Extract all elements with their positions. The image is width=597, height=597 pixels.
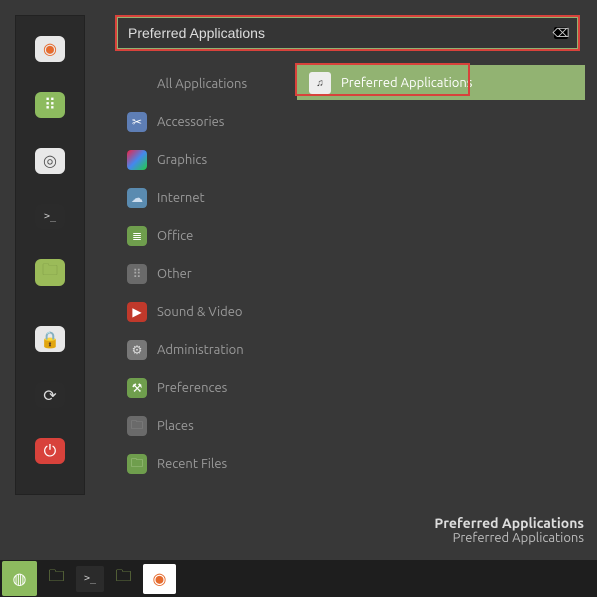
all-applications-icon (127, 74, 147, 94)
preferred-apps-icon: ♫ (309, 72, 331, 94)
menu-main: ⌫ All Applications ✂ Accessories Graphics ☁ I… (115, 15, 585, 483)
messaging-icon[interactable]: ⠿ (35, 92, 65, 118)
results-list: ♫ Preferred Applications (295, 65, 585, 483)
tooltip-desc: Preferred Applications (434, 531, 584, 545)
chrome-icon[interactable]: ◉ (143, 564, 176, 594)
category-label: Recent Files (157, 457, 227, 471)
settings-icon[interactable]: ◎ (35, 148, 65, 174)
category-label: Sound & Video (157, 305, 243, 319)
favorites-dock: ◉ ⠿ ◎ >_ 🗀 🔒 ⟳ ⏻ (15, 15, 85, 495)
category-places[interactable]: 🗀 Places (115, 407, 295, 445)
administration-icon: ⚙ (127, 340, 147, 360)
app-tooltip: Preferred Applications Preferred Applica… (434, 515, 584, 545)
category-office[interactable]: ≣ Office (115, 217, 295, 255)
terminal-icon[interactable]: >_ (76, 566, 104, 592)
category-all-applications[interactable]: All Applications (115, 65, 295, 103)
category-label: Places (157, 419, 194, 433)
result-label: Preferred Applications (341, 76, 472, 90)
recent-files-icon: 🗀 (127, 454, 147, 474)
category-label: Office (157, 229, 193, 243)
category-accessories[interactable]: ✂ Accessories (115, 103, 295, 141)
category-label: Administration (157, 343, 244, 357)
taskbar: ◍🗀>_🗀◉ (0, 560, 597, 597)
logout-icon[interactable]: ⟳ (35, 382, 65, 408)
result-preferred-applications[interactable]: ♫ Preferred Applications (297, 65, 585, 100)
search-input[interactable] (117, 17, 578, 49)
office-icon: ≣ (127, 226, 147, 246)
filemanager-icon[interactable]: 🗀 (40, 564, 73, 594)
accessories-icon: ✂ (127, 112, 147, 132)
categories-list: All Applications ✂ Accessories Graphics ☁ Int… (115, 65, 295, 483)
filemanager2-icon[interactable]: 🗀 (107, 564, 140, 594)
lock-icon[interactable]: 🔒 (35, 326, 65, 352)
menu-icon[interactable]: ◍ (2, 561, 37, 596)
category-other[interactable]: ⠿ Other (115, 255, 295, 293)
category-sound-video[interactable]: ▶ Sound & Video (115, 293, 295, 331)
internet-icon: ☁ (127, 188, 147, 208)
category-graphics[interactable]: Graphics (115, 141, 295, 179)
power-icon[interactable]: ⏻ (35, 438, 65, 464)
graphics-icon (127, 150, 147, 170)
firefox-icon[interactable]: ◉ (35, 36, 65, 62)
category-label: All Applications (157, 77, 247, 91)
category-recent-files[interactable]: 🗀 Recent Files (115, 445, 295, 483)
preferences-icon: ⚒ (127, 378, 147, 398)
category-preferences[interactable]: ⚒ Preferences (115, 369, 295, 407)
terminal-icon[interactable]: >_ (35, 204, 65, 230)
category-administration[interactable]: ⚙ Administration (115, 331, 295, 369)
places-icon: 🗀 (127, 416, 147, 436)
category-label: Accessories (157, 115, 224, 129)
clear-icon[interactable]: ⌫ (554, 27, 568, 39)
other-icon: ⠿ (127, 264, 147, 284)
category-internet[interactable]: ☁ Internet (115, 179, 295, 217)
sound-video-icon: ▶ (127, 302, 147, 322)
category-label: Other (157, 267, 192, 281)
search-highlight: ⌫ (115, 15, 580, 51)
category-label: Internet (157, 191, 205, 205)
tooltip-title: Preferred Applications (434, 515, 584, 531)
category-label: Graphics (157, 153, 207, 167)
category-label: Preferences (157, 381, 227, 395)
files-icon[interactable]: 🗀 (35, 259, 65, 286)
